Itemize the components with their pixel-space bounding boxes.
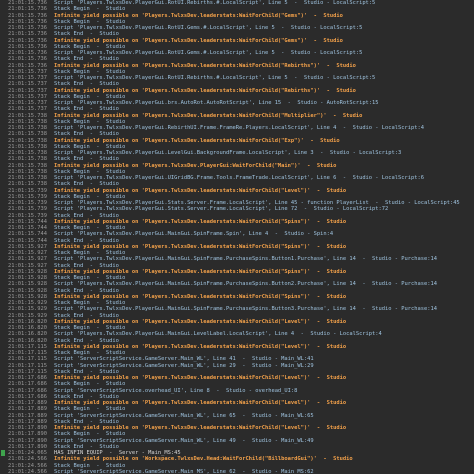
log-row[interactable]: 21:01:24.566 Script 'ServerScriptService.… <box>0 469 474 474</box>
log-timestamp: 21:01:24.566 <box>8 468 47 474</box>
output-console[interactable]: 21:01:15.736 Script 'Players.TwlxsDev.Pla… <box>0 0 474 474</box>
log-message: Script 'ServerScriptService.GameServer.M… <box>54 468 314 474</box>
